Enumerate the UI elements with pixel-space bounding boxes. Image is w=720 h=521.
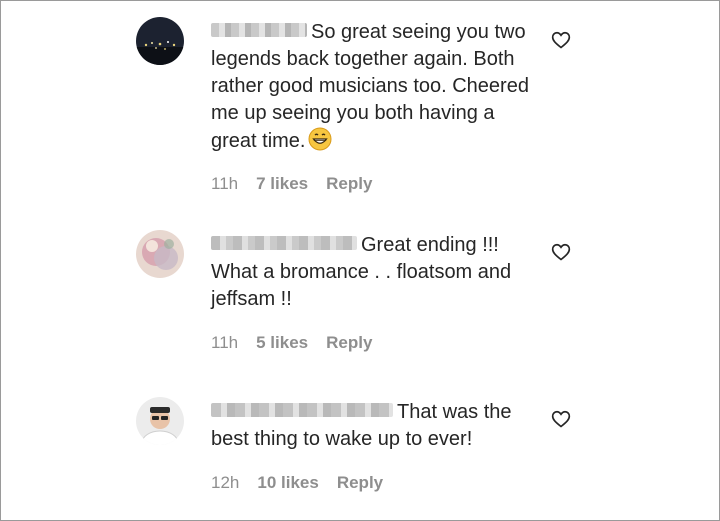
username-redacted[interactable]: [211, 23, 307, 37]
likes-count[interactable]: 10 likes: [257, 473, 318, 493]
comment-meta: 11h 5 likes Reply: [211, 333, 372, 353]
likes-count[interactable]: 7 likes: [256, 174, 308, 194]
comment-meta: 12h 10 likes Reply: [211, 473, 383, 493]
avatar[interactable]: [136, 17, 184, 65]
reply-button[interactable]: Reply: [326, 174, 372, 194]
comment-text-block: That was the best thing to wake up to ev…: [211, 399, 531, 453]
comment-text-block: Great ending !!! What a bromance . . flo…: [211, 232, 531, 313]
comment-text-block: So great seeing you two legends back tog…: [211, 19, 541, 155]
timestamp: 11h: [211, 333, 239, 352]
comments-panel: So great seeing you two legends back tog…: [0, 0, 720, 521]
avatar[interactable]: [136, 230, 184, 278]
avatar[interactable]: [136, 397, 184, 445]
comment-meta: 11h 7 likes Reply: [211, 174, 372, 194]
reply-button[interactable]: Reply: [326, 333, 372, 353]
username-redacted[interactable]: [211, 403, 393, 417]
like-heart-icon[interactable]: [551, 242, 571, 262]
grinning-face-icon: [308, 127, 332, 151]
username-redacted[interactable]: [211, 236, 357, 250]
timestamp: 11h: [211, 174, 239, 193]
comment-text: So great seeing you two legends back tog…: [211, 21, 529, 152]
timestamp: 12h: [211, 473, 240, 492]
reply-button[interactable]: Reply: [337, 473, 383, 493]
like-heart-icon[interactable]: [551, 409, 571, 429]
likes-count[interactable]: 5 likes: [256, 333, 308, 353]
like-heart-icon[interactable]: [551, 30, 571, 50]
